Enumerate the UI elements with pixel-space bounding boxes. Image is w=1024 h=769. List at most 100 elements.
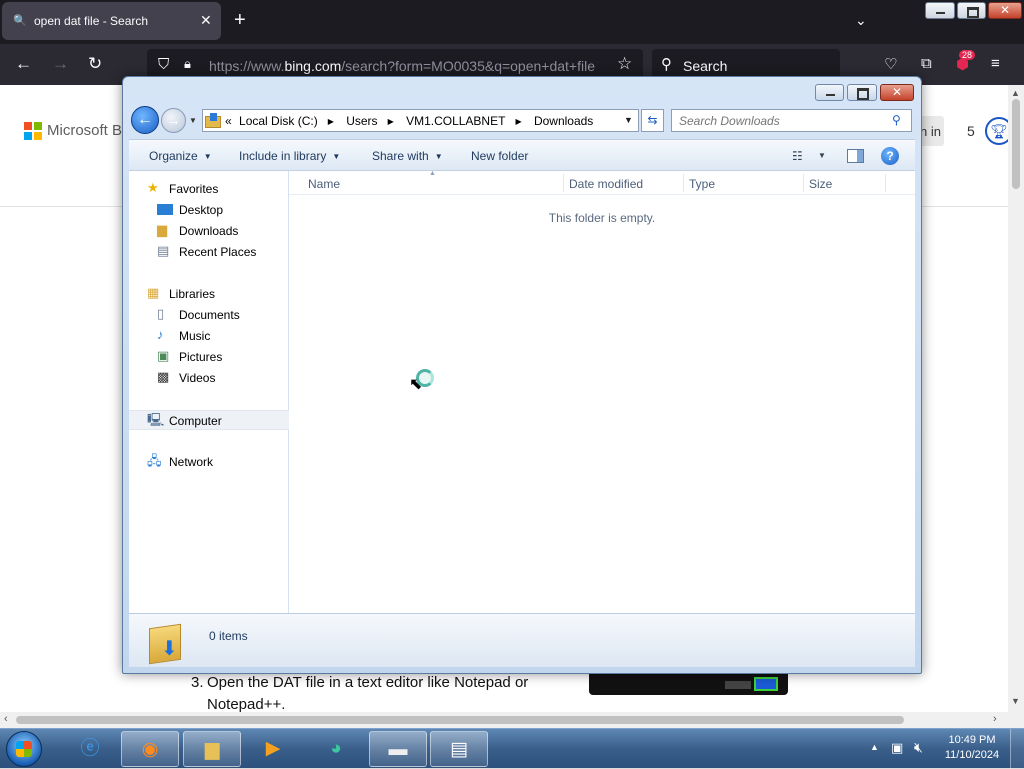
scroll-left-arrow-icon[interactable]: ‹ [4,713,8,725]
firefox-icon[interactable]: ◉ [121,731,179,767]
breadcrumb-local-disk[interactable]: Local Disk (C:) [239,114,318,128]
explorer-minimize-button[interactable] [815,84,844,101]
horizontal-scroll-thumb[interactable] [16,716,904,724]
view-options-dropdown-icon[interactable]: ▼ [818,151,826,160]
refresh-icon[interactable]: ⇆ [641,109,664,132]
menu-hamburger-icon[interactable]: ≡ [991,55,1000,72]
include-in-library-button[interactable]: Include in library ▼ [239,149,340,163]
show-desktop-button[interactable] [1010,729,1024,769]
extensions-puzzle-icon[interactable]: ⧉ [921,55,932,72]
recent-pages-dropdown-icon[interactable]: ▼ [189,116,197,125]
scroll-right-arrow-icon[interactable]: › [993,713,997,725]
downloads-folder-icon: ▆ [157,222,167,237]
browser-minimize-button[interactable] [925,2,955,19]
scroll-down-arrow-icon[interactable]: ▼ [1011,696,1020,706]
nav-documents[interactable]: ▯ Documents [157,305,277,325]
forward-arrow-icon[interactable]: → [161,108,186,133]
nav-computer[interactable]: 🖳︎ Computer [129,410,289,430]
reload-icon[interactable]: ↻ [88,54,102,74]
vertical-scrollbar[interactable]: ▲ ▼ [1008,85,1024,712]
show-hidden-icons-icon[interactable]: ▲ [870,742,879,752]
organize-button[interactable]: Organize ▼ [149,149,212,163]
bookmark-star-icon[interactable]: ☆ [617,54,632,74]
forward-arrow-icon[interactable]: → [52,54,69,74]
column-separator[interactable] [885,174,886,192]
address-bar[interactable]: « Local Disk (C:) ▶ Users ▶ VM1.COLLABNET ▶… [202,109,639,132]
share-with-button[interactable]: Share with ▼ [372,149,443,163]
new-folder-button[interactable]: New folder [471,149,528,163]
nav-favorites[interactable]: ★ Favorites [147,179,277,199]
file-explorer-icon[interactable]: ▆ [183,731,241,767]
nav-downloads[interactable]: ▆ Downloads [157,221,277,241]
pocket-icon[interactable]: ♡ [884,55,897,73]
nav-pictures[interactable]: ▣ Pictures [157,347,277,367]
scroll-up-arrow-icon[interactable]: ▲ [1011,88,1020,98]
breadcrumb-overflow[interactable]: « [225,114,232,128]
vertical-scroll-thumb[interactable] [1012,99,1020,189]
column-separator[interactable] [683,174,684,192]
browser-close-button[interactable]: ✕ [988,2,1022,19]
nav-recent-places[interactable]: ▤ Recent Places [157,242,277,262]
search-icon[interactable]: ⚲ [892,113,901,127]
start-button[interactable] [6,731,42,767]
system-clock[interactable]: 10:49 PM 11/10/2024 [942,733,1002,763]
breadcrumb-separator-icon[interactable]: ▶ [388,117,394,126]
empty-folder-message: This folder is empty. [548,211,656,225]
file-list-pane[interactable]: ▲ Name Date modified Type Size This fold… [289,170,915,613]
column-size[interactable]: Size [809,177,832,191]
volume-muted-icon[interactable]: 🔇︎ [914,739,923,756]
rewards-count[interactable]: 5 [967,123,975,139]
back-arrow-icon[interactable]: ← [15,54,32,74]
nav-videos[interactable]: ▩ Videos [157,368,277,388]
nav-desktop[interactable]: Desktop [157,200,277,220]
url-text[interactable]: https://www.bing.com/search?form=MO0035&… [209,58,595,74]
media-player-icon[interactable]: ▶ [244,731,302,767]
column-date-modified[interactable]: Date modified [569,177,643,191]
explorer-close-button[interactable]: ✕ [880,84,914,101]
nav-videos-label: Videos [179,371,216,385]
nav-network[interactable]: 🖧︎ Network [147,452,277,472]
list-all-tabs-chevron-down-icon[interactable]: ⌄ [855,12,867,29]
nav-libraries[interactable]: ▦ Libraries [147,284,277,304]
microsoft-logo-icon[interactable] [24,122,42,140]
dialog-screenshot-thumbnail[interactable] [589,672,788,695]
search-input[interactable] [672,110,887,131]
breadcrumb-downloads[interactable]: Downloads [534,114,593,128]
clock-time: 10:49 PM [948,734,996,746]
breadcrumb-separator-icon[interactable]: ▶ [515,117,521,126]
explorer-maximize-button[interactable] [847,84,877,101]
thumbnail-cancel-button [725,681,751,689]
lock-icon[interactable]: 🔒︎ [184,56,191,72]
horizontal-scrollbar[interactable]: ‹ › [0,712,1024,728]
network-tray-icon[interactable]: ▣ [891,740,903,756]
tab-search[interactable]: 🔍 open dat file - Search ✕ [2,2,221,40]
column-separator[interactable] [563,174,564,192]
back-arrow-icon[interactable]: ← [131,106,159,134]
address-history-dropdown-icon[interactable]: ▼ [624,115,633,125]
search-downloads-box[interactable]: ⚲ [671,109,912,132]
details-pane: 0 items [129,613,915,667]
preview-pane-icon[interactable] [847,149,864,163]
column-separator[interactable] [803,174,804,192]
column-type[interactable]: Type [689,177,715,191]
nav-music[interactable]: ♪ Music [157,326,277,346]
tracking-protection-shield-icon[interactable]: ⛉ [158,56,169,73]
microsoft-bing-brand[interactable]: Microsoft Bi [47,122,125,139]
change-view-icon[interactable]: ☷ [792,149,803,163]
column-name[interactable]: Name [308,177,340,191]
internet-explorer-icon[interactable]: ⓔ [61,731,119,767]
thumbnail-open-button [754,677,778,691]
window-preview-icon[interactable]: ▤ [430,731,488,767]
url-scheme: https://www. [209,58,285,74]
tab-close-icon[interactable]: ✕ [200,12,212,29]
new-tab-button[interactable]: + [234,9,246,32]
downloads-folder-icon [205,113,221,128]
browser-restore-button[interactable] [957,2,986,19]
breadcrumb-user-folder[interactable]: VM1.COLLABNET [406,114,505,128]
help-icon[interactable]: ? [881,147,899,165]
breadcrumb-users[interactable]: Users [346,114,377,128]
edge-icon[interactable]: ◕ [307,731,365,767]
breadcrumb-separator-icon[interactable]: ▶ [328,117,334,126]
nav-desktop-label: Desktop [179,203,224,217]
command-prompt-icon[interactable]: ▬ [369,731,427,767]
